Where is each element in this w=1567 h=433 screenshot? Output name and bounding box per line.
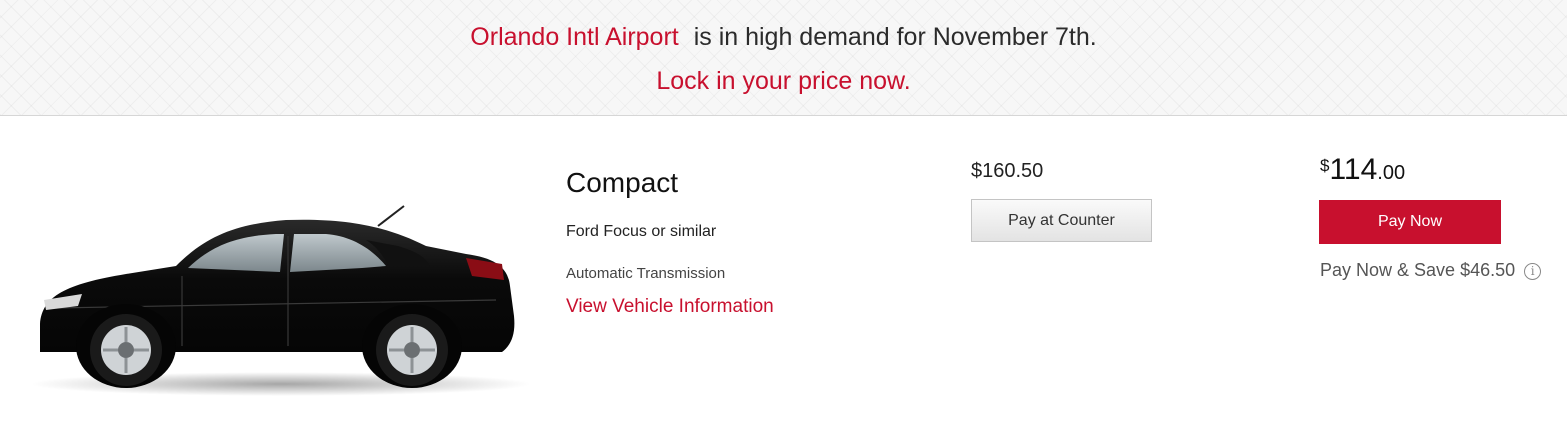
price-whole: 114 [1329,153,1378,186]
savings-text: Pay Now & Save $46.50 [1320,260,1516,280]
demand-text: is in high demand for November 7th. [693,23,1097,51]
vehicle-transmission: Automatic Transmission [566,265,726,282]
vehicle-class: Compact [566,167,679,198]
pay-now-button[interactable]: Pay Now [1319,200,1501,244]
vehicle-model: Ford Focus or similar [566,223,717,240]
car-image [26,196,531,396]
demand-banner: Orlando Intl Airport is in high demand f… [0,0,1567,116]
demand-message: Orlando Intl Airport is in high demand f… [0,21,1567,53]
lock-price-cta: Lock in your price now. [656,67,911,95]
pay-now-price: $114.00 [1320,152,1405,193]
location-name: Orlando Intl Airport [470,23,679,51]
price-currency: $ [1320,156,1330,175]
pay-at-counter-price: $160.50 [971,160,1044,182]
pay-at-counter-button[interactable]: Pay at Counter [971,199,1152,242]
view-vehicle-info-link[interactable]: View Vehicle Information [566,294,774,320]
info-icon[interactable]: i [1524,263,1542,280]
black-sedan-car-image [31,205,531,396]
price-cents: .00 [1377,162,1406,184]
pay-now-savings: Pay Now & Save $46.50 i [1320,257,1542,283]
